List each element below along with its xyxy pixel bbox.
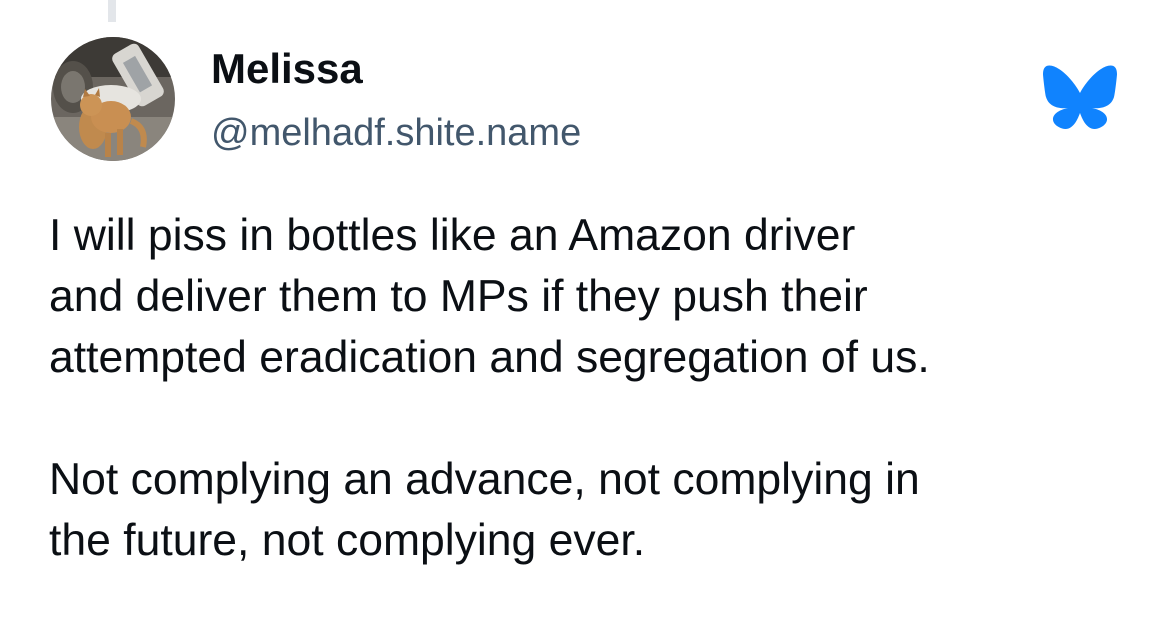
avatar-cat-photo-icon [51,37,175,161]
post-text-line: I will piss in bottles like an Amazon dr… [49,211,856,260]
avatar[interactable] [51,37,175,161]
author-handle[interactable]: @melhadf.shite.name [211,110,581,156]
post-text-line: attempted eradication and segregation of… [49,333,930,382]
thread-connector-line [108,0,116,22]
bluesky-logo-shape [1043,65,1117,129]
post-text-line: Not complying an advance, not complying … [49,455,920,504]
post-text-line: the future, not complying ever. [49,516,646,565]
post-text-line: and deliver them to MPs if they push the… [49,272,868,321]
author-display-name[interactable]: Melissa [211,44,363,94]
bluesky-butterfly-icon[interactable] [1043,64,1117,130]
post-body: I will piss in bottles like an Amazon dr… [49,205,1139,571]
